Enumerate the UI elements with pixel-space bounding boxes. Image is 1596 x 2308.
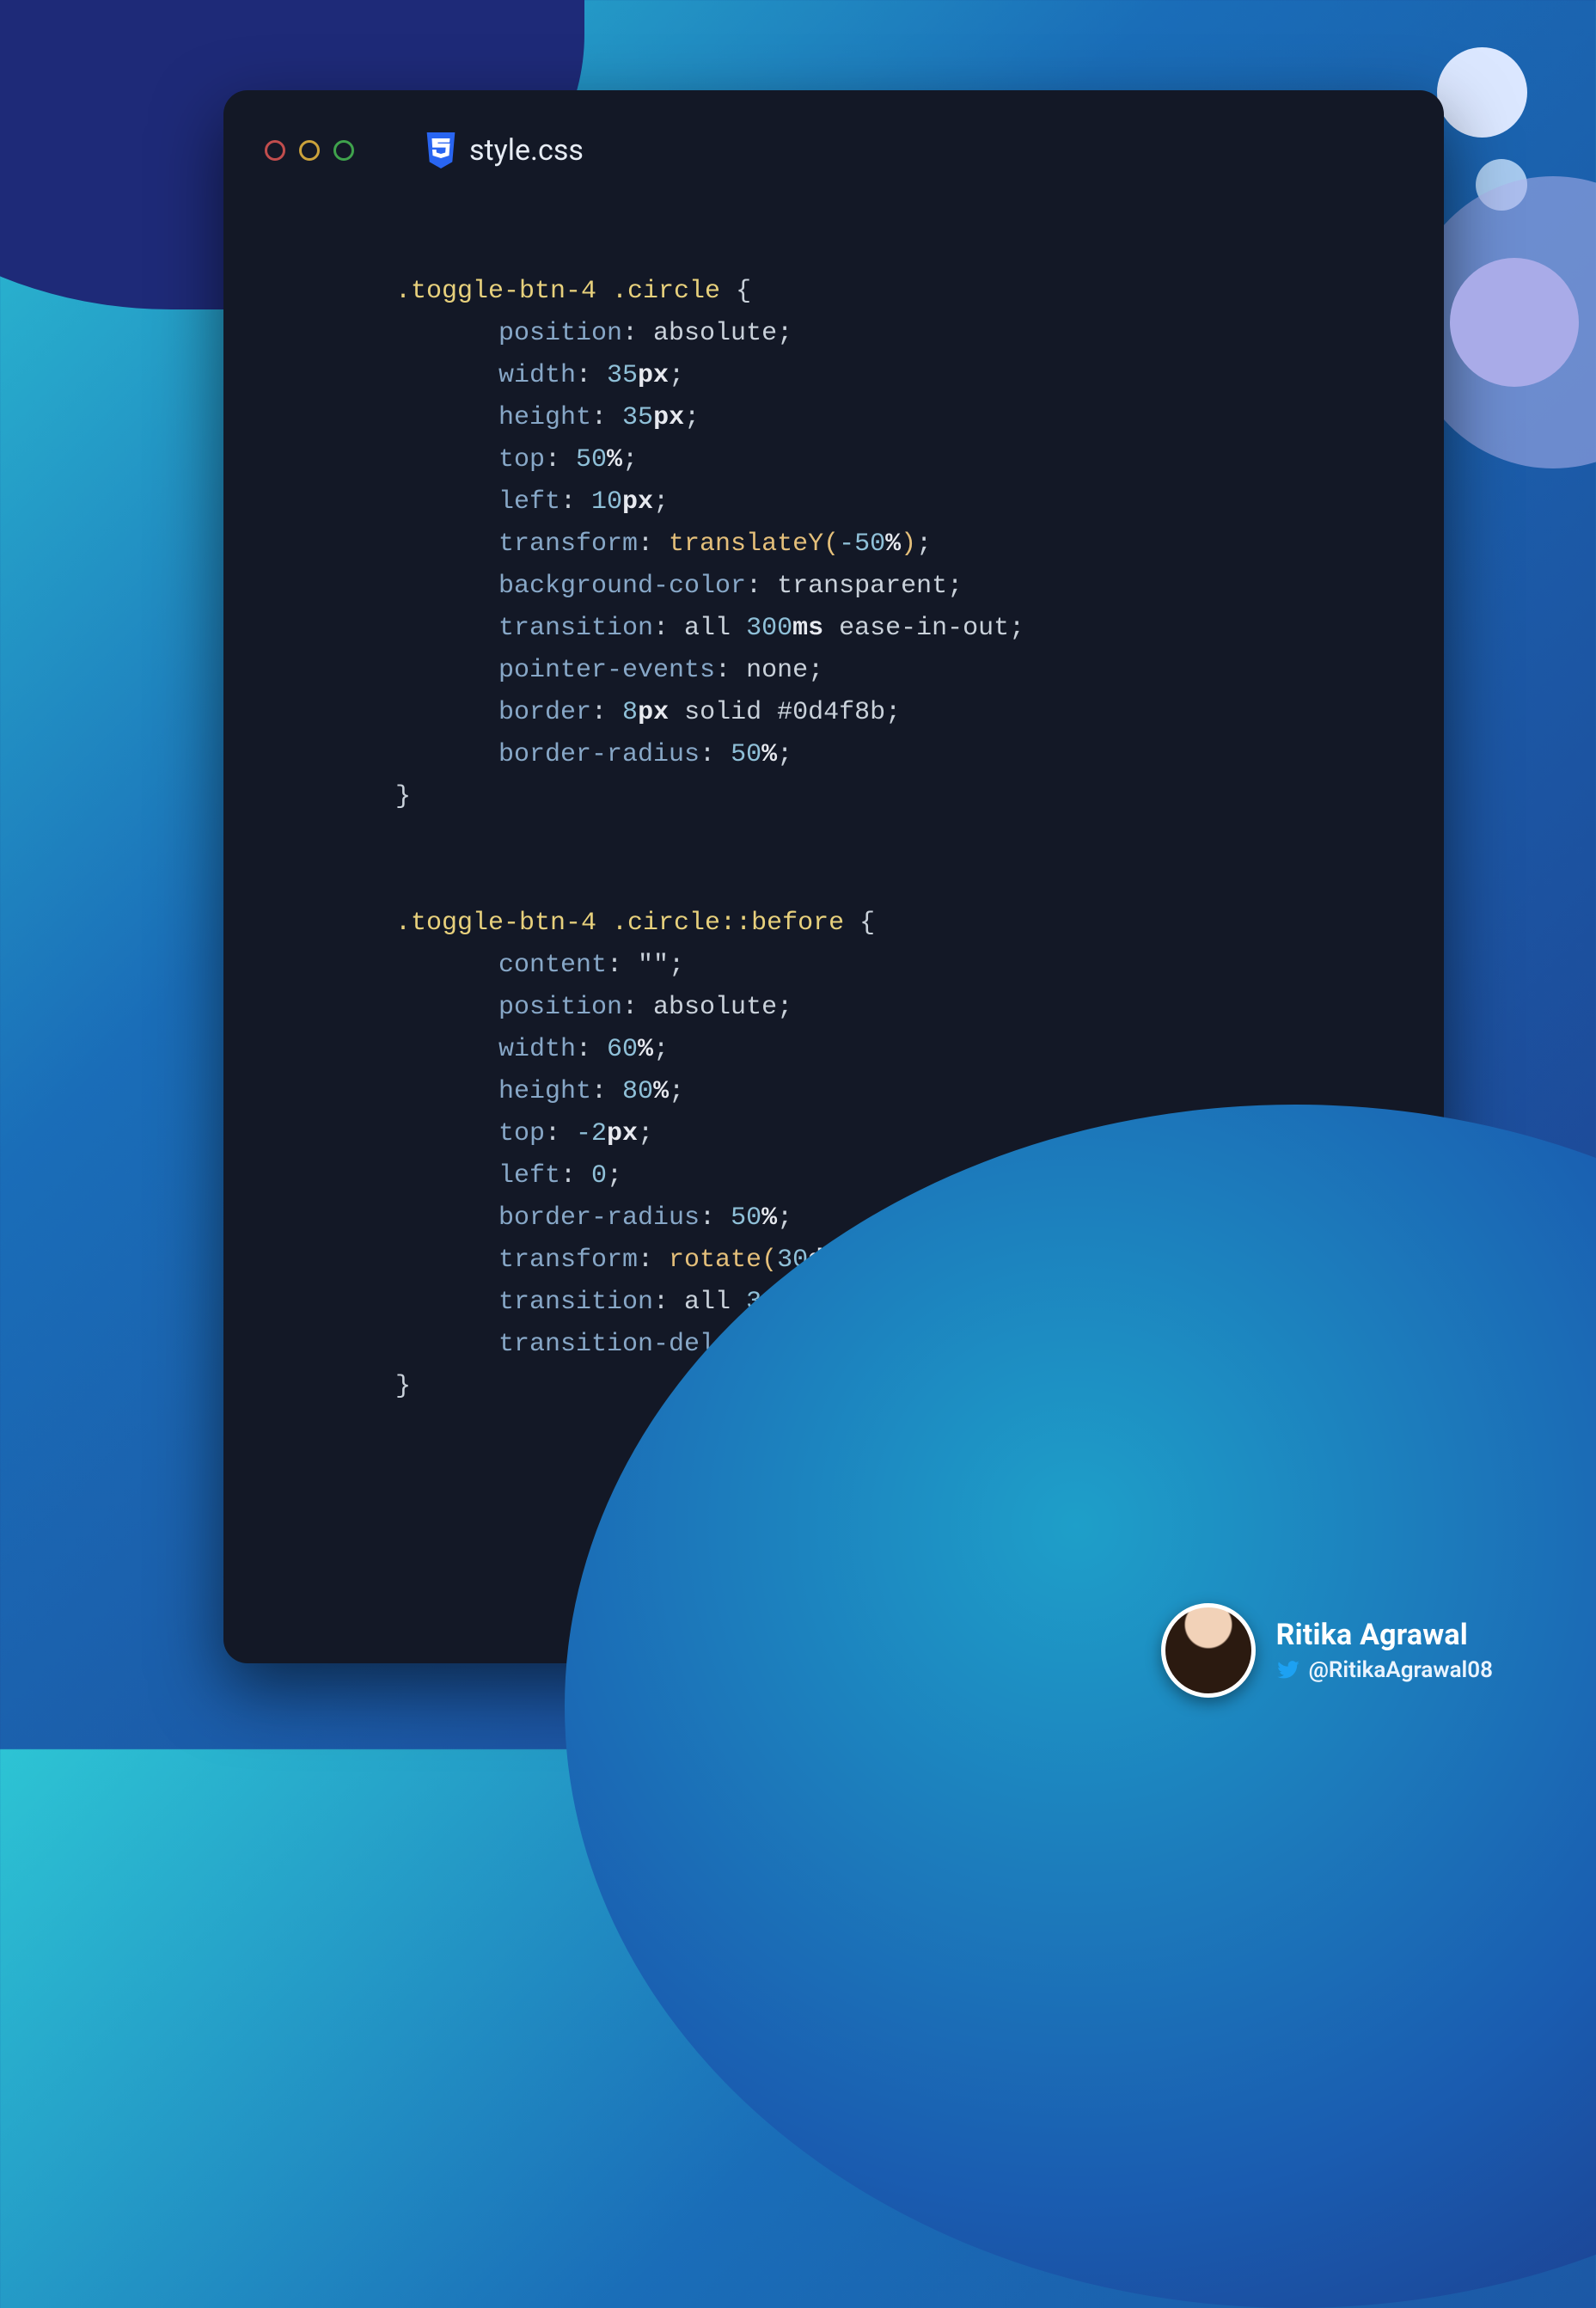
code-declaration: border-radius: 50%; bbox=[498, 1197, 792, 1240]
code-declaration: top: 50%; bbox=[498, 439, 638, 481]
code-declaration: transition: all 300ms ease-in-out; bbox=[498, 608, 1024, 650]
code-declaration: border: 8px solid #0d4f8b; bbox=[498, 692, 901, 734]
code-declaration: position: absolute; bbox=[498, 313, 792, 355]
filename-label: style.css bbox=[469, 133, 584, 168]
code-declaration: width: 35px; bbox=[498, 355, 684, 397]
code-declaration: pointer-events: none; bbox=[498, 650, 823, 692]
code-declaration: left: 0; bbox=[498, 1155, 622, 1197]
bg-bubble bbox=[1437, 47, 1527, 138]
code-declaration: position: absolute; bbox=[498, 987, 792, 1029]
window-titlebar: close minimize zoom style.css bbox=[223, 125, 1444, 176]
minimize-icon[interactable]: minimize bbox=[299, 140, 320, 161]
code-declaration: border-radius: 50%; bbox=[498, 734, 792, 776]
author-name: Ritika Agrawal bbox=[1276, 1618, 1493, 1652]
close-icon[interactable]: close bbox=[265, 140, 285, 161]
file-tab[interactable]: style.css bbox=[425, 132, 584, 168]
code-declaration: height: 35px; bbox=[498, 397, 700, 439]
author-card: Ritika Agrawal @RitikaAgrawal08 bbox=[1161, 1603, 1493, 1698]
bg-bubble bbox=[1450, 258, 1579, 387]
twitter-icon bbox=[1276, 1658, 1300, 1682]
code-declaration: background-color: transparent; bbox=[498, 566, 963, 608]
code-declaration: content: ""; bbox=[498, 945, 684, 987]
code-declaration: top: -2px; bbox=[498, 1113, 653, 1155]
avatar bbox=[1161, 1603, 1256, 1698]
code-declaration: transform: translateY(-50%); bbox=[498, 523, 932, 566]
author-handle-row[interactable]: @RitikaAgrawal08 bbox=[1276, 1657, 1493, 1683]
zoom-icon[interactable]: zoom bbox=[333, 140, 354, 161]
traffic-lights: close minimize zoom bbox=[265, 140, 354, 161]
css3-icon bbox=[425, 132, 457, 168]
code-declaration: width: 60%; bbox=[498, 1029, 669, 1071]
code-rule: .toggle-btn-4 .circle { position: absolu… bbox=[395, 271, 1392, 818]
code-declaration: height: 80%; bbox=[498, 1071, 684, 1113]
author-handle: @RitikaAgrawal08 bbox=[1309, 1657, 1493, 1683]
code-declaration: left: 10px; bbox=[498, 481, 669, 523]
